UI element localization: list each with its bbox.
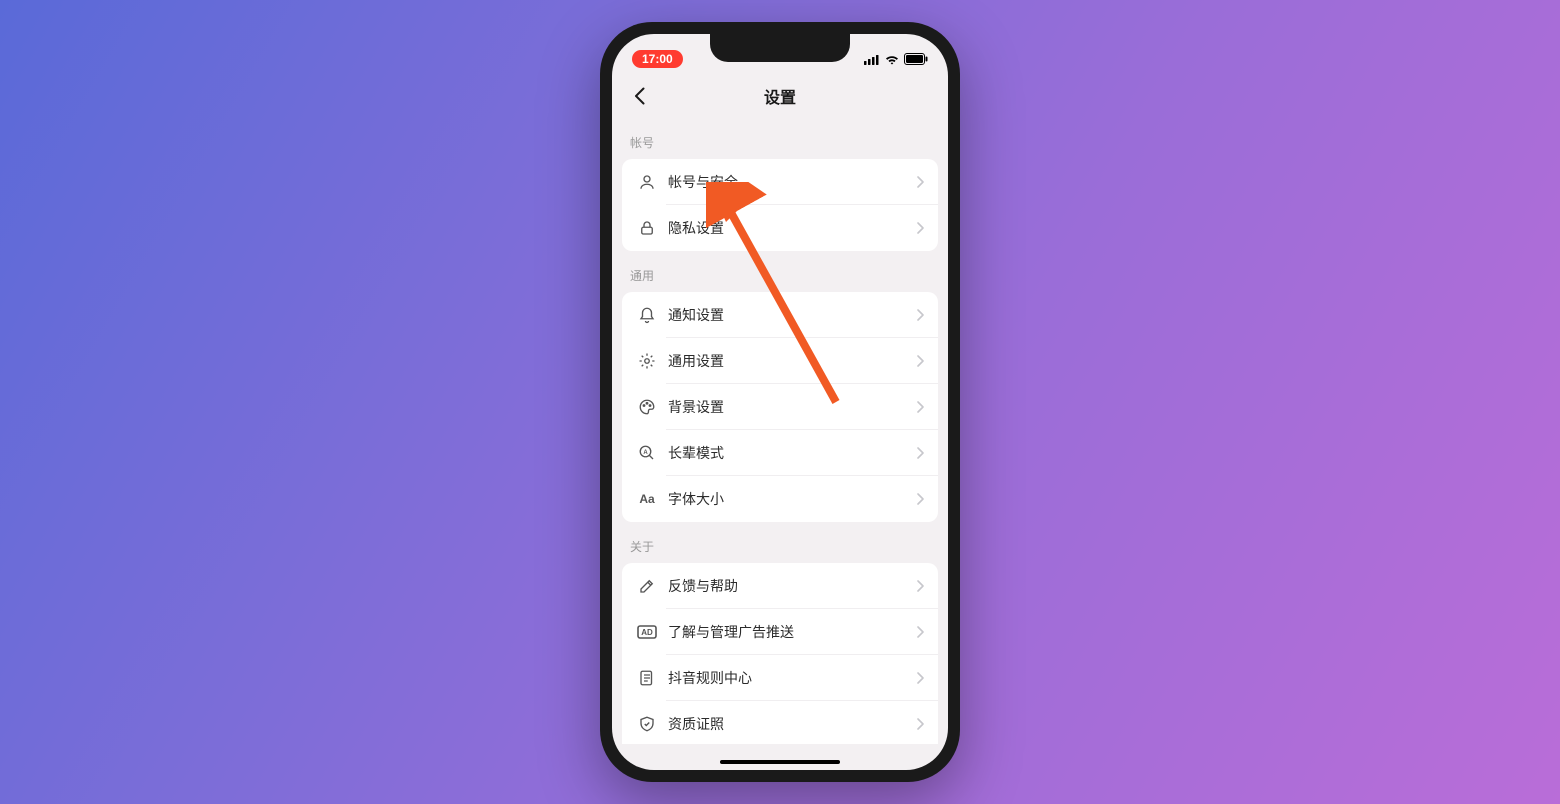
row-privacy-settings[interactable]: 隐私设置 [622, 205, 938, 251]
section-card-about: 反馈与帮助 AD 了解与管理广告推送 抖音规则中心 [622, 563, 938, 744]
row-rules-center[interactable]: 抖音规则中心 [622, 655, 938, 701]
row-label: 长辈模式 [668, 443, 917, 463]
svg-text:A: A [643, 450, 648, 456]
row-label: 通用设置 [668, 351, 917, 371]
rules-icon [636, 667, 658, 689]
status-icons [864, 53, 928, 65]
row-elder-mode[interactable]: A 长辈模式 [622, 430, 938, 476]
phone-notch [710, 34, 850, 62]
row-notification-settings[interactable]: 通知设置 [622, 292, 938, 338]
chevron-right-icon [917, 718, 924, 730]
gear-icon [636, 350, 658, 372]
page-title: 设置 [764, 84, 796, 108]
row-ad-management[interactable]: AD 了解与管理广告推送 [622, 609, 938, 655]
row-label: 帐号与安全 [668, 172, 917, 192]
back-button[interactable] [624, 81, 654, 111]
row-label: 了解与管理广告推送 [668, 622, 917, 642]
chevron-right-icon [917, 672, 924, 684]
battery-icon [904, 53, 928, 65]
row-qualifications[interactable]: 资质证照 [622, 701, 938, 744]
row-label: 资质证照 [668, 714, 917, 734]
section-header-about: 关于 [622, 522, 938, 563]
row-label: 通知设置 [668, 305, 917, 325]
section-header-general: 通用 [622, 251, 938, 292]
nav-bar: 设置 [612, 74, 948, 118]
chevron-right-icon [917, 309, 924, 321]
chevron-right-icon [917, 447, 924, 459]
row-label: 隐私设置 [668, 218, 917, 238]
text-aa-icon: Aa [636, 492, 658, 506]
row-font-size[interactable]: Aa 字体大小 [622, 476, 938, 522]
chevron-left-icon [634, 87, 645, 105]
magnify-a-icon: A [636, 442, 658, 464]
section-card-account: 帐号与安全 隐私设置 [622, 159, 938, 251]
chevron-right-icon [917, 580, 924, 592]
row-feedback-help[interactable]: 反馈与帮助 [622, 563, 938, 609]
bell-icon [636, 304, 658, 326]
pencil-icon [636, 575, 658, 597]
row-account-security[interactable]: 帐号与安全 [622, 159, 938, 205]
section-card-general: 通知设置 通用设置 背景设置 [622, 292, 938, 522]
palette-icon [636, 396, 658, 418]
chevron-right-icon [917, 493, 924, 505]
row-label: 字体大小 [668, 489, 917, 509]
row-background-settings[interactable]: 背景设置 [622, 384, 938, 430]
user-icon [636, 171, 658, 193]
cellular-icon [864, 54, 880, 65]
row-label: 背景设置 [668, 397, 917, 417]
status-time-pill: 17:00 [632, 50, 683, 68]
home-indicator[interactable] [720, 760, 840, 764]
ad-icon: AD [636, 621, 658, 643]
chevron-right-icon [917, 176, 924, 188]
chevron-right-icon [917, 355, 924, 367]
lock-icon [636, 217, 658, 239]
row-label: 反馈与帮助 [668, 576, 917, 596]
chevron-right-icon [917, 401, 924, 413]
wifi-icon [884, 54, 900, 65]
row-general-settings[interactable]: 通用设置 [622, 338, 938, 384]
chevron-right-icon [917, 222, 924, 234]
section-header-account: 帐号 [622, 118, 938, 159]
row-label: 抖音规则中心 [668, 668, 917, 688]
chevron-right-icon [917, 626, 924, 638]
phone-frame: 17:00 设置 帐号 [600, 22, 960, 782]
phone-screen: 17:00 设置 帐号 [612, 34, 948, 770]
shield-icon [636, 713, 658, 735]
settings-content[interactable]: 帐号 帐号与安全 隐私设置 [612, 118, 948, 744]
